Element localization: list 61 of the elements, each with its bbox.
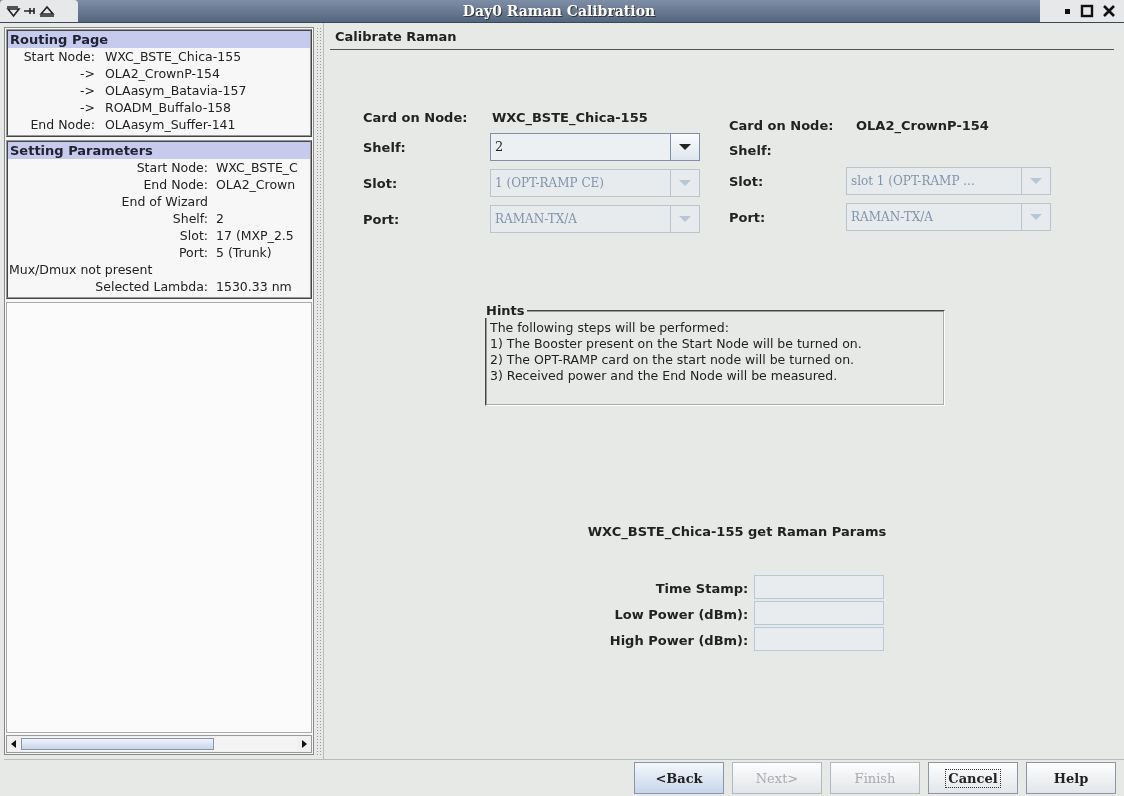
route-label: -> <box>79 99 95 116</box>
window-title: Day0 Raman Calibration <box>461 3 657 19</box>
caret-icon <box>679 215 691 223</box>
hint-line: 1) The Booster present on the Start Node will be turned on. <box>490 336 863 352</box>
parameter-value: 5 (Trunk) <box>216 244 273 261</box>
wizard-button[interactable]: Cancel <box>928 762 1018 794</box>
scroll-thumb[interactable] <box>21 738 215 750</box>
card-label: Card on Node: <box>728 118 835 133</box>
caret-icon <box>679 179 691 187</box>
route-label: Start Node: <box>22 48 95 65</box>
result-label: Time Stamp: <box>654 580 750 596</box>
caret-icon <box>1030 213 1042 221</box>
maximize-icon[interactable] <box>1080 4 1094 18</box>
result-label: High Power (dBm): <box>609 632 750 648</box>
parameter-note: Mux/Dmux not present <box>8 261 154 278</box>
page-title: Calibrate Raman <box>330 29 1114 50</box>
close-icon[interactable] <box>1102 4 1116 18</box>
card-label: Card on Node: <box>362 110 469 125</box>
field-label: Port: <box>728 209 767 225</box>
route-label: End Node: <box>29 116 95 133</box>
caret-icon <box>1030 177 1042 185</box>
route-label: -> <box>79 65 95 82</box>
status-text: WXC_BSTE_Chica-155 get Raman Params <box>586 524 888 539</box>
route-node-name: OLAasym_Batavia-157 <box>105 82 248 99</box>
dropdown[interactable]: 2 <box>490 133 700 161</box>
parameter-label: Port: <box>178 244 208 261</box>
result-label: Low Power (dBm): <box>613 606 750 622</box>
hint-line: 2) The OPT-RAMP card on the start node will be turned on. <box>490 352 856 368</box>
caret-icon <box>679 143 691 151</box>
parameter-label: End Node: <box>142 176 208 193</box>
parameter-label: Shelf: <box>171 210 208 227</box>
route-label: -> <box>79 82 95 99</box>
field-label: Slot: <box>728 173 765 189</box>
wizard-button[interactable]: <Back <box>634 762 724 794</box>
parameter-value: 17 (MXP_2.5 <box>216 227 295 244</box>
parameter-label: Slot: <box>178 227 208 244</box>
field-label: Port: <box>362 211 401 227</box>
minimize-icon[interactable] <box>1062 6 1072 16</box>
card-node-name: WXC_BSTE_Chica-155 <box>491 110 649 125</box>
field-label: Slot: <box>362 175 399 191</box>
route-node-name: ROADM_Buffalo-158 <box>105 99 232 116</box>
route-node-name: OLA2_CrownP-154 <box>105 65 221 82</box>
parameter-value: 2 <box>216 210 225 227</box>
parameter-value: 1530.33 nm <box>216 278 293 295</box>
field-label: Shelf: <box>728 142 773 158</box>
wizard-button[interactable]: Help <box>1026 762 1116 794</box>
route-node-name: OLAasym_Suffer-141 <box>105 116 237 133</box>
parameter-label: Selected Lambda: <box>94 278 208 295</box>
field-label: Shelf: <box>362 139 407 155</box>
hint-line: The following steps will be performed: <box>490 320 730 336</box>
parameter-value: WXC_BSTE_C <box>216 159 299 176</box>
parameter-note: End of Wizard <box>120 193 208 210</box>
hints-title: Hints <box>485 303 526 318</box>
route-node-name: WXC_BSTE_Chica-155 <box>105 48 243 65</box>
hint-line: 3) Received power and the End Node will be measured. <box>490 368 839 384</box>
parameter-value: OLA2_Crown <box>216 176 297 193</box>
card-node-name: OLA2_CrownP-154 <box>855 118 990 133</box>
section-title: Routing Page <box>8 31 310 48</box>
section-title: Setting Parameters <box>8 142 310 159</box>
parameter-label: Start Node: <box>135 159 208 176</box>
horizontal-scrollbar[interactable] <box>6 735 312 753</box>
